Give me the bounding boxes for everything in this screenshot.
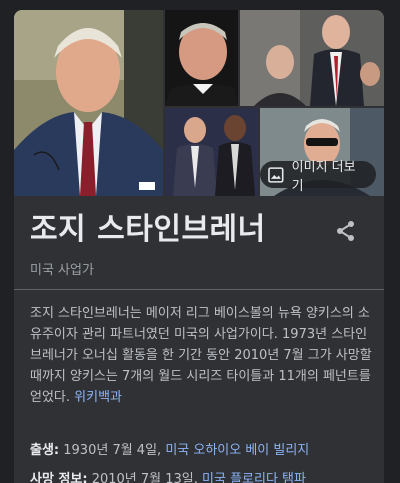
photo-3[interactable] xyxy=(240,10,384,106)
photo-5[interactable]: 이미지 더보기 xyxy=(260,108,384,196)
entity-title: 조지 스타인브레너 xyxy=(30,212,266,247)
fact-birth: 출생: 1930년 7월 4일, 미국 오하이오 베이 빌리지 xyxy=(30,439,309,458)
description: 조지 스타인브레너는 메이저 리그 베이스볼의 뉴욕 양키스의 소유주이자 관리… xyxy=(30,303,375,408)
fact-label: 출생: xyxy=(30,443,60,458)
fact-label: 사망 정보: xyxy=(30,472,88,483)
share-button[interactable] xyxy=(334,219,358,243)
share-icon xyxy=(337,221,354,241)
fact-value: 1930년 7월 4일, xyxy=(63,443,166,458)
birthplace-link[interactable]: 미국 오하이오 베이 빌리지 xyxy=(165,443,309,458)
knowledge-panel: 이미지 더보기 조지 스타인브레너 미국 사업가 조지 스타인브레너는 메이저 … xyxy=(14,10,384,483)
main-photo[interactable] xyxy=(14,10,163,196)
entity-subtitle: 미국 사업가 xyxy=(30,263,94,278)
deathplace-link[interactable]: 미국 플로리다 탬파 xyxy=(202,472,306,483)
divider xyxy=(14,289,384,290)
more-images-button[interactable]: 이미지 더보기 xyxy=(260,160,376,194)
image-icon xyxy=(268,166,284,183)
wikipedia-link[interactable]: 위키백과 xyxy=(74,390,122,405)
image-gallery: 이미지 더보기 xyxy=(14,10,384,196)
photo-4[interactable] xyxy=(165,108,258,196)
fact-value: 2010년 7월 13일, xyxy=(91,472,203,483)
more-images-label: 이미지 더보기 xyxy=(291,159,356,194)
fact-death: 사망 정보: 2010년 7월 13일, 미국 플로리다 탬파 xyxy=(30,468,306,483)
photo-2[interactable] xyxy=(165,10,238,106)
